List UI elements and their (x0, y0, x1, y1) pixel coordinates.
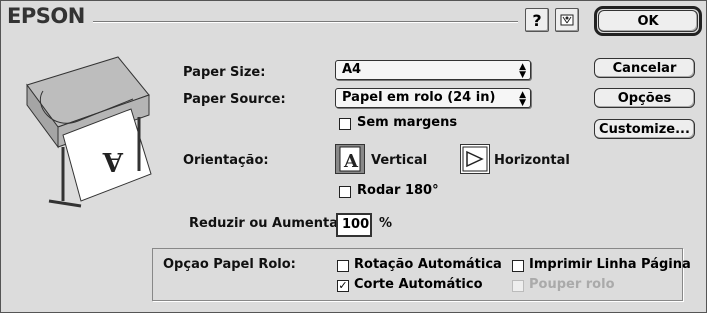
select-arrows-icon: ▲ ▼ (519, 90, 526, 108)
auto-rotate-label: Rotação Automática (354, 257, 502, 272)
scale-input[interactable]: 100 (336, 213, 372, 237)
scale-unit: % (379, 216, 393, 231)
landscape-icon (462, 146, 488, 172)
options-button[interactable]: Opções (594, 88, 695, 108)
paper-source-label: Paper Source: (183, 92, 286, 107)
printer-utility-icon (560, 14, 574, 26)
brand-logo: EPSON (7, 4, 85, 28)
save-roll-label: Pouper rolo (529, 277, 615, 292)
auto-cut-label: Corte Automático (354, 277, 483, 292)
auto-rotate-checkbox[interactable] (337, 260, 349, 272)
borderless-checkbox[interactable] (339, 118, 351, 130)
roll-options-label: Opçao Papel Rolo: (163, 257, 296, 272)
save-roll-checkbox (512, 280, 524, 292)
landscape-option[interactable] (460, 144, 490, 174)
paper-size-label: Paper Size: (183, 65, 266, 80)
ok-button[interactable]: OK (598, 10, 698, 32)
print-page-line-checkbox[interactable] (512, 260, 524, 272)
orientation-label: Orientação: (183, 153, 269, 168)
portrait-icon: A (339, 146, 361, 172)
utility-icon[interactable] (555, 8, 579, 32)
header-divider (93, 21, 518, 23)
page-setup-dialog: EPSON ? OK Cancelar Opções Customize... … (0, 0, 707, 313)
scale-label: Reduzir ou Aumentar: (189, 216, 350, 231)
paper-source-select[interactable]: Papel em rolo (24 in) ▲ ▼ (335, 88, 531, 108)
svg-text:A: A (343, 151, 359, 172)
printer-preview-illustration: A (26, 56, 152, 208)
roll-options-group (152, 248, 683, 301)
borderless-label: Sem margens (357, 115, 458, 130)
paper-size-value: A4 (342, 62, 362, 77)
preview-page-glyph: A (102, 146, 124, 176)
rotate-180-label: Rodar 180° (357, 183, 439, 198)
paper-source-value: Papel em rolo (24 in) (342, 90, 496, 105)
portrait-label: Vertical (371, 153, 428, 168)
customize-button[interactable]: Customize... (594, 119, 695, 139)
select-arrows-icon: ▲ ▼ (519, 62, 526, 80)
paper-size-select[interactable]: A4 ▲ ▼ (335, 60, 531, 80)
rotate-180-checkbox[interactable] (339, 186, 351, 198)
help-icon[interactable]: ? (525, 8, 549, 32)
landscape-label: Horizontal (494, 153, 570, 168)
auto-cut-checkbox[interactable]: ✓ (337, 280, 349, 292)
cancel-button[interactable]: Cancelar (594, 58, 695, 78)
portrait-option[interactable]: A (335, 144, 365, 174)
print-page-line-label: Imprimir Linha Página (529, 257, 691, 272)
